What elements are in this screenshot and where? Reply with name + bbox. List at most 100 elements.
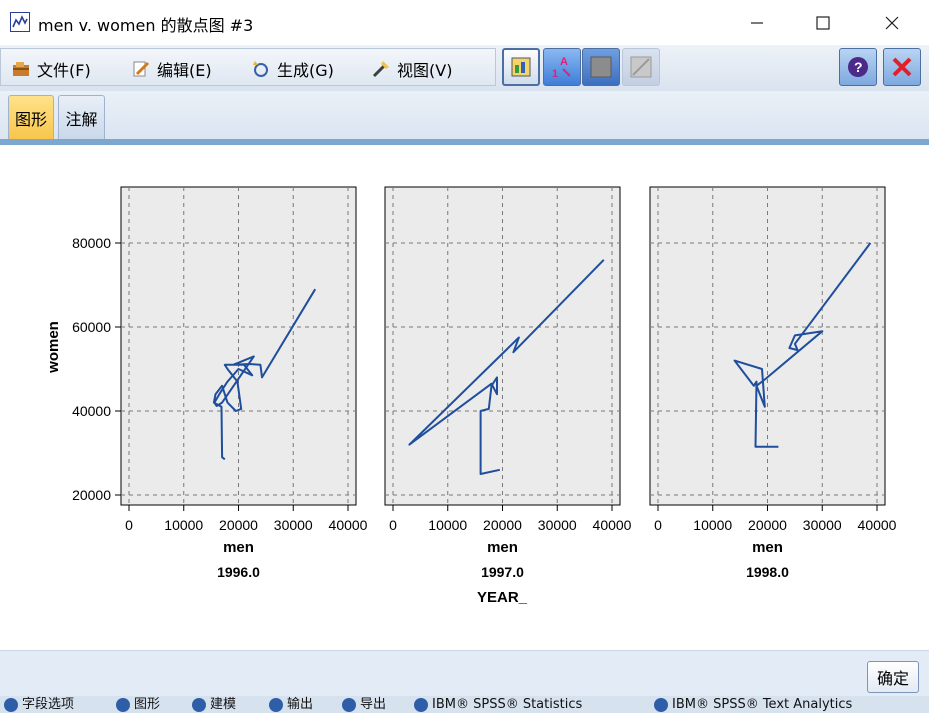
facet-value-label: 1996.0 [217,564,260,580]
x-axis-label: men [487,539,518,556]
x-tick-label: 30000 [274,517,313,533]
tab-graph-label: 图形 [14,109,47,129]
minimize-button[interactable] [734,0,780,45]
facet-value-label: 1998.0 [746,564,789,580]
task-icon [269,697,283,712]
menu-view[interactable]: 视图(V) [371,58,452,80]
x-tick-label: 10000 [693,517,732,533]
task-icon [654,697,668,712]
menu-generate-label: 生成(G) [277,61,334,80]
x-tick-label: 30000 [803,517,842,533]
x-tick-label: 0 [125,517,133,533]
tab-annotation[interactable]: 注解 [58,95,105,139]
svg-text:?: ? [854,59,863,75]
task-field-options[interactable]: 字段选项 [0,696,74,713]
y-axis-label: women [45,321,62,374]
y-tick-label: 40000 [72,403,111,419]
panel-background [649,186,886,506]
menu-file[interactable]: 文件(F) [11,58,91,80]
task-export[interactable]: 导出 [338,696,386,713]
close-icon [892,57,912,77]
panel-background [384,186,621,506]
x-tick-label: 10000 [164,517,203,533]
menu-edit-label: 编辑(E) [157,61,212,80]
task-spss-text-analytics[interactable]: IBM® SPSS® Text Analytics [650,696,852,713]
chart-app-icon [10,12,30,32]
task-label: IBM® SPSS® Statistics [432,697,583,712]
task-label: 建模 [210,697,237,712]
title-bar: men v. women 的散点图 #3 [0,0,929,45]
task-graphs[interactable]: 图形 [112,696,160,713]
y-tick-label: 20000 [72,487,111,503]
facet-value-label: 1997.0 [481,564,524,580]
svg-text:A: A [560,56,568,68]
maximize-button[interactable] [800,0,846,45]
background-taskbar: 字段选项 图形 建模 输出 导出 IBM® SPSS® Statistics I… [0,696,929,713]
graph-toolbar-button[interactable] [502,48,540,86]
sort-label-icon: A1 [552,56,571,80]
task-modeling[interactable]: 建模 [188,696,236,713]
x-tick-label: 20000 [483,517,522,533]
x-tick-label: 40000 [593,517,632,533]
x-tick-label: 10000 [428,517,467,533]
ok-button[interactable]: 确定 [867,661,919,693]
window-title: men v. women 的散点图 #3 [38,16,254,35]
task-label: 图形 [134,697,161,712]
view-icon [371,59,391,79]
close-panel-button[interactable] [883,48,921,86]
x-tick-label: 20000 [219,517,258,533]
help-button[interactable]: ? [839,48,877,86]
chart-panels: 0 10000 20000 30000 40000 20000 40000 60000 8000… [72,186,897,580]
x-tick-label: 40000 [858,517,897,533]
dialog-footer: 确定 [0,650,929,697]
panel-1997.0: 0 10000 20000 30000 40000 men 1997.0 [384,186,632,580]
x-axis-label: men [223,539,254,556]
panel-1998.0: 0 10000 20000 30000 40000 men 1998.0 [649,186,897,580]
generate-icon [251,59,271,79]
folder-icon [11,59,31,79]
x-tick-label: 30000 [538,517,577,533]
task-icon [4,697,18,712]
panel-1996.0: 0 10000 20000 30000 40000 20000 40000 60000 8000… [72,186,368,580]
task-output[interactable]: 输出 [265,696,313,713]
task-label: 输出 [287,697,314,712]
menu-file-label: 文件(F) [37,61,91,80]
line-tool-icon [630,56,652,78]
task-icon [116,697,130,712]
panel-background [120,186,357,506]
menu-generate[interactable]: 生成(G) [251,58,334,80]
label-toolbar-button[interactable]: A1 [543,48,581,86]
edit-icon [131,59,151,79]
chart-area: women YEAR_ 0 10000 20000 30000 40000 20000 40… [0,145,929,650]
task-icon [414,697,428,712]
task-label: 导出 [360,697,387,712]
task-icon [192,697,206,712]
line-toolbar-button[interactable] [622,48,660,86]
task-label: 字段选项 [22,697,75,712]
y-tick-label: 60000 [72,319,111,335]
x-tick-label: 40000 [329,517,368,533]
x-tick-label: 0 [389,517,397,533]
menu-edit[interactable]: 编辑(E) [131,58,212,80]
tab-bar: 图形 注解 [0,91,929,139]
region-toolbar-button[interactable] [582,48,620,86]
close-window-button[interactable] [869,0,915,45]
task-icon [342,697,356,712]
menu-area: 文件(F) 编辑(E) 生成(G) 视图(V) [0,48,496,86]
task-label: IBM® SPSS® Text Analytics [672,697,853,712]
task-spss-statistics[interactable]: IBM® SPSS® Statistics [410,696,582,713]
x-axis-label: men [752,539,783,556]
tab-graph[interactable]: 图形 [8,95,54,139]
faceted-line-chart: women YEAR_ 0 10000 20000 30000 40000 20000 40… [45,186,897,606]
graph-icon [511,57,531,77]
region-icon [590,56,612,78]
facet-axis-label: YEAR_ [477,589,528,606]
tab-annotation-label: 注解 [65,109,98,129]
svg-text:1: 1 [552,68,558,80]
menu-view-label: 视图(V) [397,61,453,80]
help-icon: ? [848,57,868,77]
menu-toolbar: 文件(F) 编辑(E) 生成(G) 视图(V) A1 ? [0,45,929,92]
y-tick-label: 80000 [72,235,111,251]
x-tick-label: 0 [654,517,662,533]
x-tick-label: 20000 [748,517,787,533]
